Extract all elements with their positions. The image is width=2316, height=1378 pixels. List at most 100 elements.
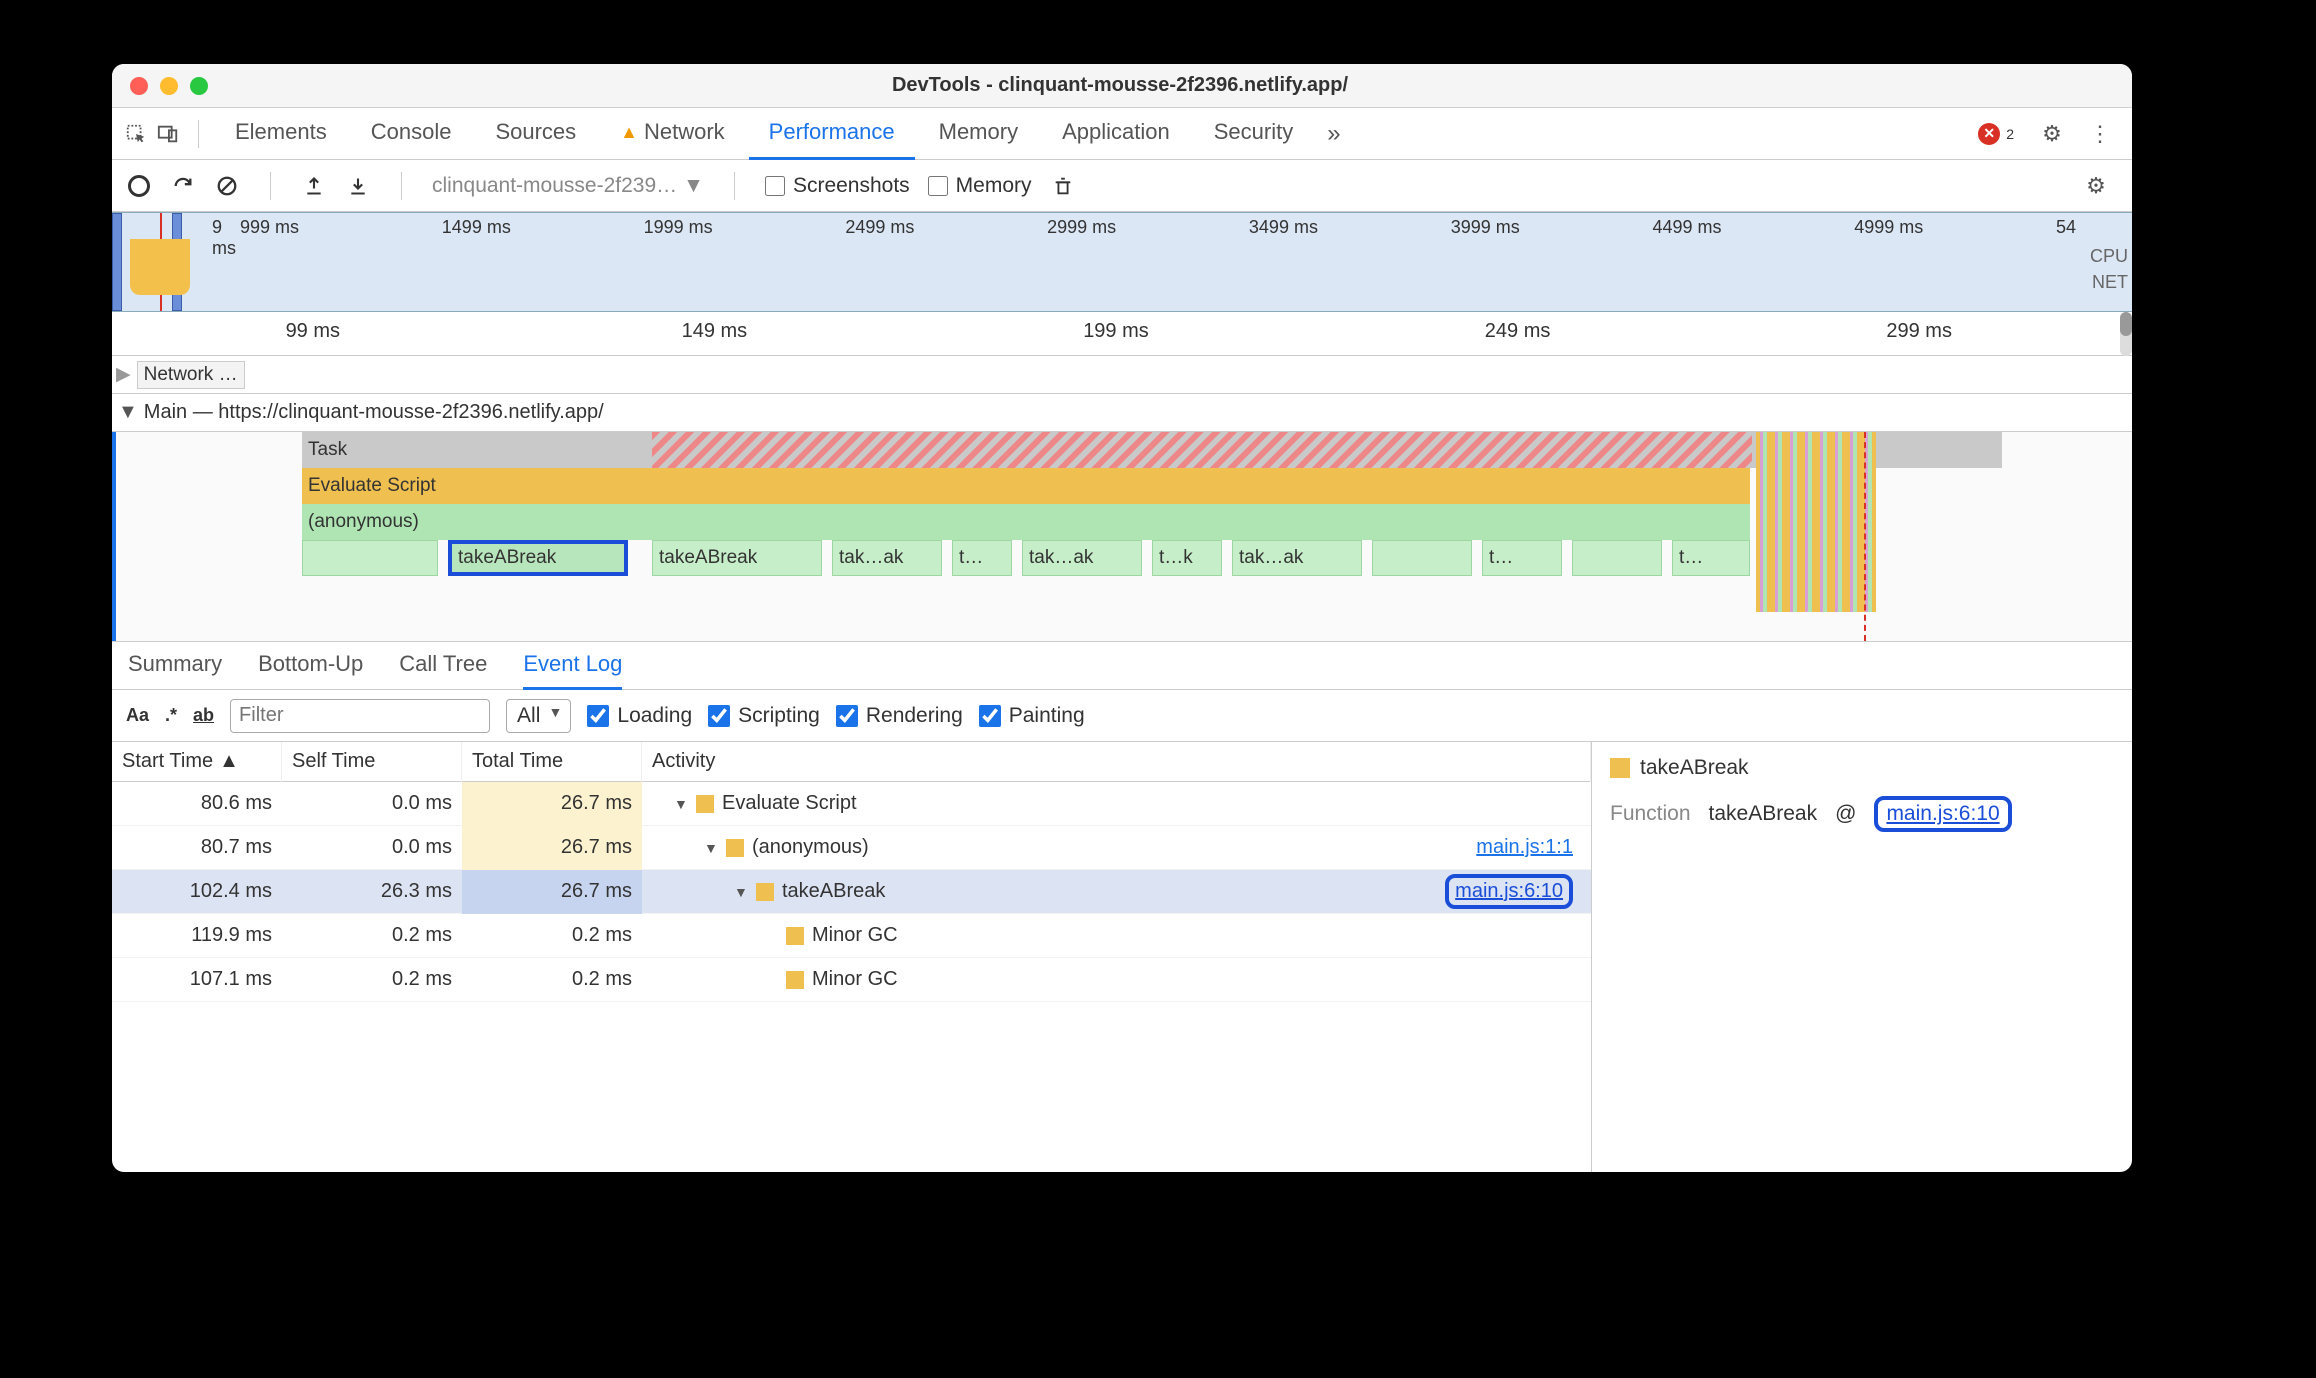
td-start: 102.4 ms xyxy=(112,870,282,914)
td-start: 107.1 ms xyxy=(112,958,282,1002)
td-start: 119.9 ms xyxy=(112,914,282,958)
tab-application[interactable]: Application xyxy=(1042,108,1190,160)
flame-fn[interactable]: t… xyxy=(952,540,1012,576)
th-activity[interactable]: Activity xyxy=(642,742,1591,782)
flame-fn[interactable] xyxy=(1572,540,1662,576)
flame-fn[interactable]: t… xyxy=(1672,540,1750,576)
flame-evaluate-script[interactable]: Evaluate Script xyxy=(302,468,1750,504)
flame-fn[interactable]: tak…ak xyxy=(1022,540,1142,576)
flame-fn[interactable]: takeABreak xyxy=(652,540,822,576)
scroll-thumb[interactable] xyxy=(2120,312,2132,336)
regex-button[interactable]: .* xyxy=(165,705,177,726)
details-title: takeABreak xyxy=(1640,756,1749,780)
memory-checkbox[interactable]: Memory xyxy=(928,174,1032,198)
flame-task-label: Task xyxy=(308,439,347,461)
clear-button[interactable] xyxy=(214,173,240,199)
vertical-scrollbar[interactable] xyxy=(2120,312,2132,356)
cat-loading[interactable]: Loading xyxy=(587,704,692,728)
subtab-bottom-up[interactable]: Bottom-Up xyxy=(258,642,363,690)
time-ruler[interactable]: 99 ms 149 ms 199 ms 249 ms 299 ms xyxy=(112,312,2132,356)
duration-select[interactable]: All xyxy=(506,699,571,733)
divider xyxy=(198,120,199,148)
subtab-summary[interactable]: Summary xyxy=(128,642,222,690)
td-total: 0.2 ms xyxy=(462,914,642,958)
table-row[interactable]: 80.6 ms0.0 ms26.7 ms▼Evaluate Script xyxy=(112,782,1591,826)
overview-handle-left[interactable] xyxy=(112,213,122,311)
more-tabs-button[interactable]: » xyxy=(1317,120,1350,148)
details-source-link[interactable]: main.js:6:10 xyxy=(1874,796,2011,832)
subtab-event-log[interactable]: Event Log xyxy=(523,642,622,690)
network-track[interactable]: ▶ Network … xyxy=(112,356,2132,394)
th-start-time[interactable]: Start Time▲ xyxy=(112,742,282,782)
flame-fn[interactable]: tak…ak xyxy=(832,540,942,576)
tab-network[interactable]: ▲Network xyxy=(600,108,745,160)
expand-icon[interactable]: ▶ xyxy=(116,363,131,386)
table-row[interactable]: 80.7 ms0.0 ms26.7 ms▼(anonymous)main.js:… xyxy=(112,826,1591,870)
download-icon[interactable] xyxy=(345,173,371,199)
scripting-icon xyxy=(786,927,804,945)
screenshots-checkbox[interactable]: Screenshots xyxy=(765,174,910,198)
filter-input[interactable] xyxy=(230,699,490,733)
ruler-tick: 249 ms xyxy=(1317,320,1719,343)
cpu-label: CPU xyxy=(2090,243,2128,269)
recording-select[interactable]: clinquant-mousse-2f239…▼ xyxy=(432,174,704,198)
flame-fn-label: t…k xyxy=(1159,547,1193,569)
table-row[interactable]: 102.4 ms26.3 ms26.7 ms▼takeABreakmain.js… xyxy=(112,870,1591,914)
tab-memory[interactable]: Memory xyxy=(919,108,1038,160)
cat-painting[interactable]: Painting xyxy=(979,704,1085,728)
disclose-icon[interactable]: ▼ xyxy=(704,840,718,856)
collect-garbage-icon[interactable] xyxy=(1050,173,1076,199)
disclose-icon[interactable]: ▼ xyxy=(674,796,688,812)
main-thread-label[interactable]: ▼ Main — https://clinquant-mousse-2f2396… xyxy=(112,394,2132,432)
device-toggle-icon[interactable] xyxy=(154,120,182,148)
flame-fn[interactable]: tak…ak xyxy=(1232,540,1362,576)
flame-fn[interactable]: t…k xyxy=(1152,540,1222,576)
source-link[interactable]: main.js:1:1 xyxy=(1476,836,1573,859)
match-case-button[interactable]: Aa xyxy=(126,705,149,726)
flame-fn[interactable] xyxy=(302,540,438,576)
tab-sources[interactable]: Sources xyxy=(475,108,596,160)
cat-scripting[interactable]: Scripting xyxy=(708,704,820,728)
activity-name: Evaluate Script xyxy=(722,792,857,815)
flame-fn-label: t… xyxy=(1679,547,1703,569)
tab-console[interactable]: Console xyxy=(351,108,472,160)
inspect-icon[interactable] xyxy=(122,120,150,148)
flame-fn[interactable]: t… xyxy=(1482,540,1562,576)
minimize-icon[interactable] xyxy=(160,77,178,95)
scripting-icon xyxy=(1610,758,1630,778)
flame-fn[interactable] xyxy=(1372,540,1472,576)
table-row[interactable]: 119.9 ms0.2 ms0.2 msMinor GC xyxy=(112,914,1591,958)
collapse-icon[interactable]: ▼ xyxy=(118,401,138,424)
capture-settings-icon[interactable]: ⚙ xyxy=(2082,173,2110,199)
th-self-time[interactable]: Self Time xyxy=(282,742,462,782)
flame-fn-selected[interactable]: takeABreak xyxy=(448,540,628,576)
record-button[interactable] xyxy=(126,173,152,199)
tab-elements[interactable]: Elements xyxy=(215,108,347,160)
upload-icon[interactable] xyxy=(301,173,327,199)
flame-chart[interactable]: Task Evaluate Script (anonymous) takeABr… xyxy=(112,432,2132,642)
overview-timeline[interactable]: 9 ms 999 ms 1499 ms 1999 ms 2499 ms 2999… xyxy=(112,212,2132,312)
activity-name: Minor GC xyxy=(812,924,898,947)
kebab-menu-icon[interactable]: ⋮ xyxy=(2086,121,2114,147)
reload-button[interactable] xyxy=(170,173,196,199)
match-whole-word-button[interactable]: ab xyxy=(193,705,214,726)
flame-anonymous[interactable]: (anonymous) xyxy=(302,504,1750,540)
table-row[interactable]: 107.1 ms0.2 ms0.2 msMinor GC xyxy=(112,958,1591,1002)
source-link[interactable]: main.js:6:10 xyxy=(1445,874,1573,909)
disclose-icon[interactable]: ▼ xyxy=(734,884,748,900)
th-total-time[interactable]: Total Time xyxy=(462,742,642,782)
zoom-icon[interactable] xyxy=(190,77,208,95)
net-label: NET xyxy=(2090,269,2128,295)
details-header: takeABreak xyxy=(1610,756,2114,780)
tab-security[interactable]: Security xyxy=(1194,108,1313,160)
settings-gear-icon[interactable]: ⚙ xyxy=(2038,121,2066,147)
flame-eval-label: Evaluate Script xyxy=(308,475,436,497)
close-icon[interactable] xyxy=(130,77,148,95)
cat-rendering[interactable]: Rendering xyxy=(836,704,963,728)
error-count-badge[interactable]: ✕ 2 xyxy=(1978,123,2014,145)
subtab-call-tree[interactable]: Call Tree xyxy=(399,642,487,690)
event-log-table: Start Time▲ Self Time Total Time Activit… xyxy=(112,742,1592,1172)
warning-icon: ▲ xyxy=(620,122,638,143)
ruler-tick: 149 ms xyxy=(514,320,916,343)
tab-performance[interactable]: Performance xyxy=(749,108,915,160)
